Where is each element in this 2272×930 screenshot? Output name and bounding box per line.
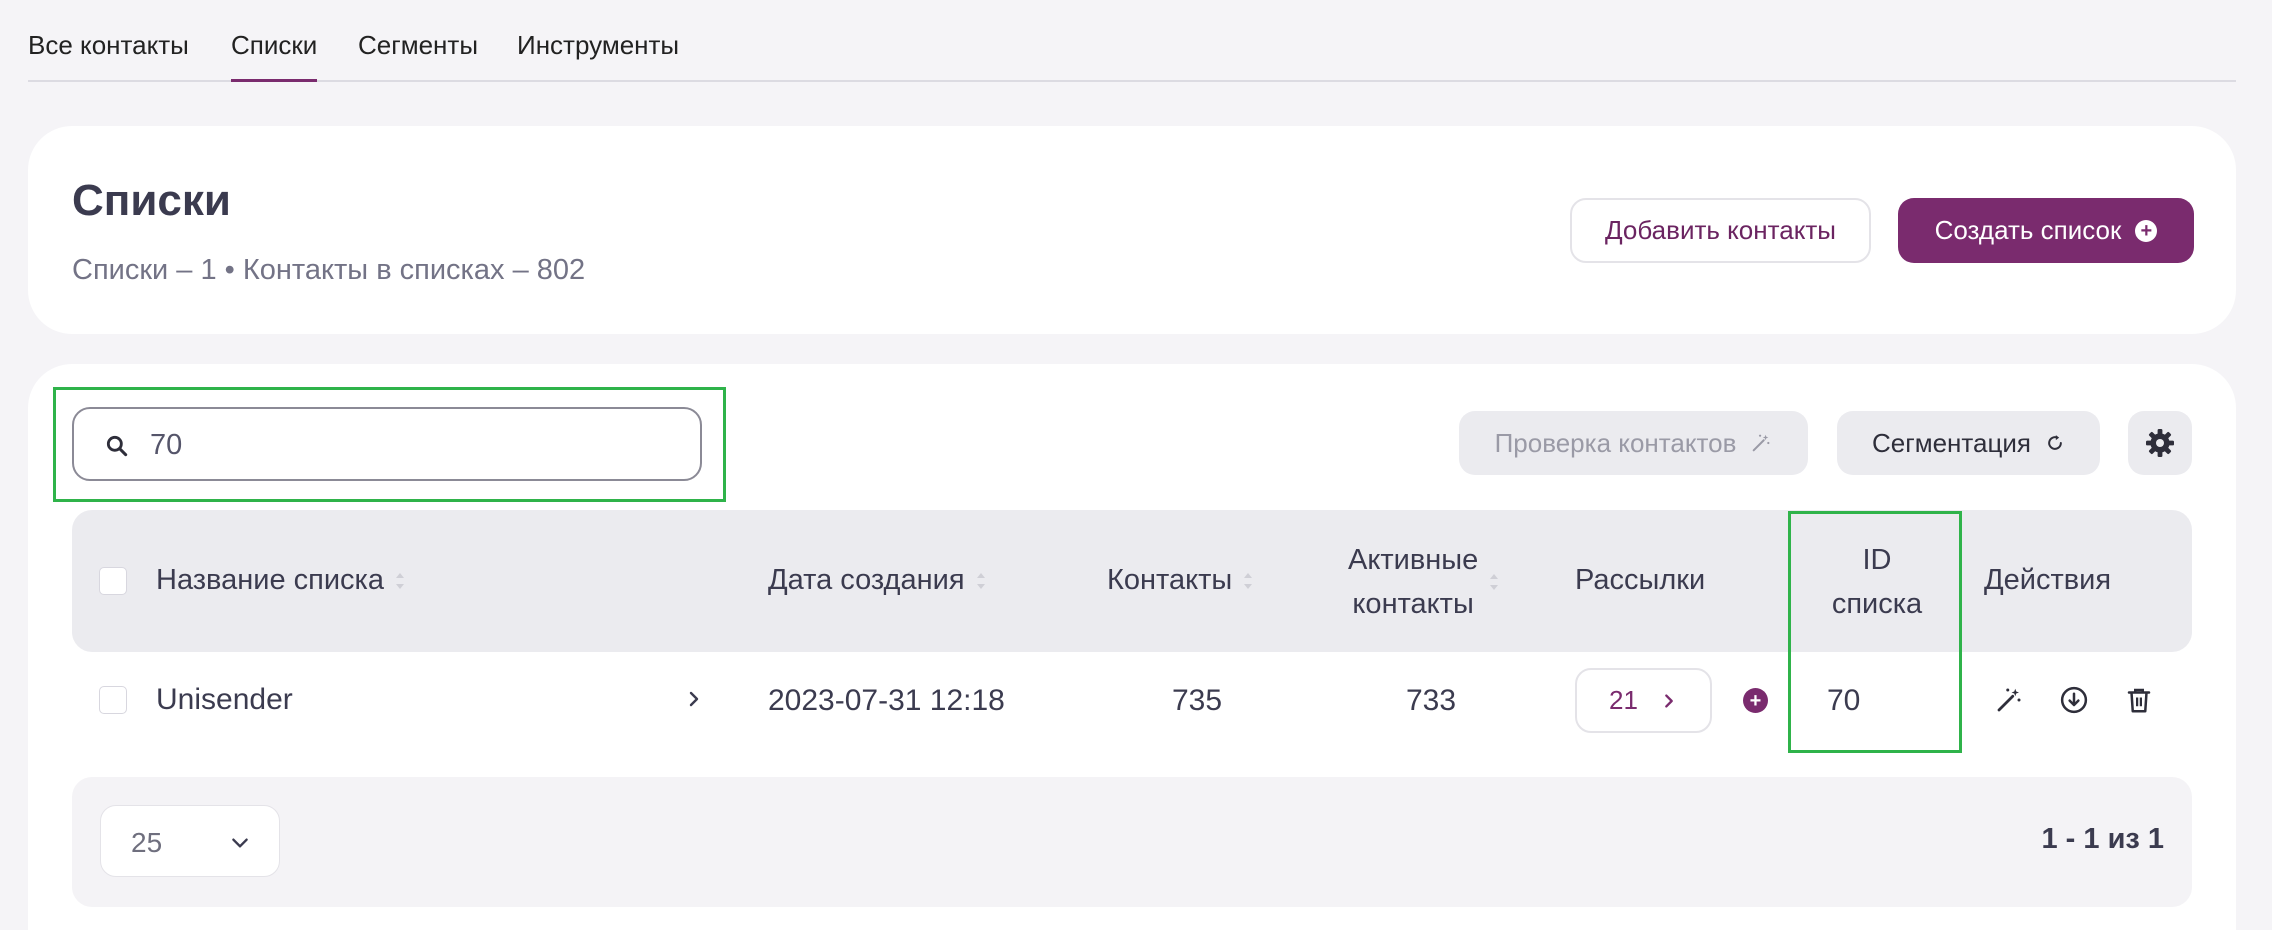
row-contacts-count: 735 <box>1172 684 1223 717</box>
column-mailings-label: Рассылки <box>1575 564 1706 596</box>
magic-wand-icon <box>1753 434 1770 452</box>
chevron-down-icon <box>232 838 248 848</box>
table-footer: 25 1 - 1 из 1 <box>72 777 2192 907</box>
chevron-right-icon <box>1665 693 1673 708</box>
page-subtitle: Списки – 1 • Контакты в списках – 802 <box>72 254 586 286</box>
column-created-label: Дата создания <box>768 564 965 596</box>
column-header-contacts[interactable]: Контакты <box>1107 564 1254 597</box>
segmentation-label: Сегментация <box>1872 427 2031 458</box>
column-header-mailings: Рассылки <box>1575 564 1705 597</box>
tab-all-contacts[interactable]: Все контакты <box>28 30 189 82</box>
column-header-actions: Действия <box>1984 564 2111 597</box>
row-mailings-count: 21 <box>1609 685 1638 715</box>
trash-icon[interactable] <box>2124 685 2154 715</box>
plus-circle-icon: + <box>2135 219 2158 242</box>
magic-wand-icon[interactable] <box>1994 685 2024 715</box>
add-contacts-button[interactable]: Добавить контакты <box>1570 198 1871 263</box>
sort-icon <box>1490 574 1499 590</box>
segmentation-button[interactable]: Сегментация <box>1837 411 2100 475</box>
per-page-value: 25 <box>131 827 163 858</box>
per-page-select[interactable]: 25 <box>100 805 280 877</box>
add-contacts-label: Добавить контакты <box>1605 215 1836 245</box>
column-header-name[interactable]: Название списка <box>156 564 406 597</box>
column-header-active[interactable]: Активные контакты <box>1348 538 1500 626</box>
row-mailings-button[interactable]: 21 <box>1575 668 1712 733</box>
select-all-checkbox[interactable] <box>99 567 127 595</box>
create-list-label: Создать список <box>1934 215 2122 245</box>
column-active-line1: Активные <box>1348 544 1479 576</box>
tab-tools[interactable]: Инструменты <box>517 30 679 82</box>
id-column-highlight-box <box>1788 511 1962 753</box>
row-created-date: 2023-07-31 12:18 <box>768 684 1005 717</box>
tab-bar: Все контакты Списки Сегменты Инструменты <box>28 0 2236 82</box>
chevron-right-icon[interactable] <box>684 689 704 709</box>
row-active-contacts: 733 <box>1406 684 1457 717</box>
column-header-created[interactable]: Дата создания <box>768 564 987 597</box>
column-active-label: Активные контакты <box>1348 538 1478 626</box>
add-mailing-icon[interactable]: + <box>1743 688 1768 713</box>
check-contacts-button[interactable]: Проверка контактов <box>1459 411 1808 475</box>
sort-icon <box>396 572 405 589</box>
check-contacts-label: Проверка контактов <box>1494 427 1737 458</box>
create-list-button[interactable]: Создать список + <box>1898 198 2194 263</box>
table-settings-button[interactable] <box>2128 411 2192 475</box>
column-actions-label: Действия <box>1984 564 2112 596</box>
header-card: Списки Списки – 1 • Контакты в списках –… <box>28 126 2236 334</box>
sort-icon <box>976 572 985 589</box>
download-icon[interactable] <box>2059 685 2089 715</box>
column-name-label: Название списка <box>156 564 385 596</box>
page-title: Списки <box>72 176 231 225</box>
tab-segments[interactable]: Сегменты <box>358 30 478 82</box>
sort-icon <box>1244 572 1253 589</box>
refresh-icon <box>2048 435 2062 450</box>
pagination-info: 1 - 1 из 1 <box>2041 823 2164 855</box>
search-highlight-box <box>53 387 726 502</box>
column-active-line2: контакты <box>1352 588 1474 620</box>
column-contacts-label: Контакты <box>1107 564 1233 596</box>
tab-lists[interactable]: Списки <box>231 30 318 82</box>
row-checkbox[interactable] <box>99 686 127 714</box>
row-list-name[interactable]: Unisender <box>156 683 293 717</box>
gear-icon <box>2146 429 2174 457</box>
